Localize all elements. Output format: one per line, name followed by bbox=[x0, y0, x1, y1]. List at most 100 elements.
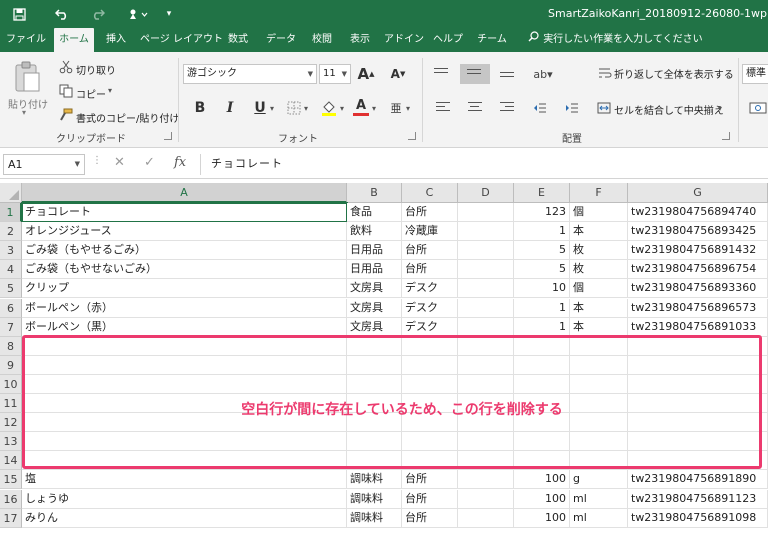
cell-e[interactable]: 1 bbox=[514, 318, 570, 337]
merge-center-icon[interactable] bbox=[596, 100, 612, 116]
cell-e[interactable]: 10 bbox=[514, 279, 570, 298]
cell-d[interactable] bbox=[458, 318, 514, 337]
cell-d[interactable] bbox=[458, 203, 514, 222]
customize-qat-icon[interactable]: ▾ bbox=[162, 5, 176, 23]
cell-c[interactable]: デスク bbox=[402, 299, 458, 318]
cell-c[interactable] bbox=[402, 337, 458, 356]
row-header[interactable]: 16 bbox=[0, 490, 22, 509]
cut-button[interactable]: 切り取り bbox=[76, 62, 116, 77]
cell-d[interactable] bbox=[458, 337, 514, 356]
insert-function-button[interactable]: fx bbox=[174, 155, 186, 170]
cell-f[interactable]: 枚 bbox=[570, 260, 628, 279]
bold-button[interactable]: B bbox=[192, 98, 208, 118]
cell-e[interactable] bbox=[514, 356, 570, 375]
borders-dropdown-icon[interactable]: ▾ bbox=[304, 104, 308, 113]
cell-f[interactable]: 本 bbox=[570, 299, 628, 318]
paste-button[interactable] bbox=[10, 58, 44, 96]
decrease-indent-icon[interactable] bbox=[532, 100, 548, 116]
cell-c[interactable]: 台所 bbox=[402, 509, 458, 528]
merge-dropdown-icon[interactable]: ▾ bbox=[718, 104, 722, 113]
cell-g[interactable]: tw2319804756891432 bbox=[628, 241, 768, 260]
row-header[interactable]: 6 bbox=[0, 299, 22, 318]
row-header[interactable]: 10 bbox=[0, 375, 22, 394]
cell-g[interactable]: tw2319804756893360 bbox=[628, 279, 768, 298]
cell-g[interactable]: tw2319804756894740 bbox=[628, 203, 768, 222]
cell-c[interactable]: 台所 bbox=[402, 490, 458, 509]
cell-a[interactable] bbox=[22, 375, 347, 394]
cell-e[interactable] bbox=[514, 337, 570, 356]
row-header[interactable]: 1 bbox=[0, 203, 22, 222]
column-header-g[interactable]: G bbox=[628, 183, 768, 203]
orientation-icon[interactable]: ab▾ bbox=[532, 66, 554, 82]
cell-f[interactable]: 本 bbox=[570, 318, 628, 337]
format-painter-button[interactable]: 書式のコピー/貼り付け bbox=[76, 110, 179, 125]
cell-d[interactable] bbox=[458, 470, 514, 489]
cell-d[interactable] bbox=[458, 451, 514, 470]
phonetic-dropdown-icon[interactable]: ▾ bbox=[406, 104, 410, 113]
cell-b[interactable] bbox=[347, 375, 402, 394]
column-header-e[interactable]: E bbox=[514, 183, 570, 203]
cell-b[interactable]: 日用品 bbox=[347, 241, 402, 260]
fill-color-icon[interactable] bbox=[320, 98, 338, 118]
cell-g[interactable]: tw2319804756891098 bbox=[628, 509, 768, 528]
cell-e[interactable]: 100 bbox=[514, 490, 570, 509]
wrap-text-icon[interactable] bbox=[598, 64, 612, 82]
undo-icon[interactable] bbox=[52, 5, 72, 23]
cell-a[interactable]: ごみ袋（もやせないごみ） bbox=[22, 260, 347, 279]
cell-d[interactable] bbox=[458, 509, 514, 528]
cell-g[interactable]: tw2319804756891123 bbox=[628, 490, 768, 509]
cell-g[interactable] bbox=[628, 337, 768, 356]
cell-c[interactable]: 台所 bbox=[402, 470, 458, 489]
more-options-icon[interactable]: ⋮ bbox=[92, 155, 102, 166]
cell-a[interactable] bbox=[22, 451, 347, 470]
cell-f[interactable]: g bbox=[570, 470, 628, 489]
cell-b[interactable]: 文房具 bbox=[347, 299, 402, 318]
cell-c[interactable] bbox=[402, 432, 458, 451]
row-header[interactable]: 7 bbox=[0, 318, 22, 337]
row-header[interactable]: 3 bbox=[0, 241, 22, 260]
column-header-a[interactable]: A bbox=[22, 183, 347, 203]
cell-a[interactable] bbox=[22, 432, 347, 451]
font-launcher-icon[interactable] bbox=[408, 132, 416, 140]
tab-review[interactable]: 校閲 bbox=[306, 28, 338, 52]
cell-a[interactable] bbox=[22, 337, 347, 356]
cell-f[interactable] bbox=[570, 337, 628, 356]
font-name-combo[interactable]: 游ゴシック ▼ bbox=[183, 64, 317, 84]
cell-e[interactable] bbox=[514, 375, 570, 394]
align-top-icon[interactable] bbox=[434, 68, 450, 82]
cell-b[interactable]: 調味料 bbox=[347, 490, 402, 509]
formula-input[interactable]: チョコレート bbox=[200, 154, 768, 175]
column-header-c[interactable]: C bbox=[402, 183, 458, 203]
cell-d[interactable] bbox=[458, 241, 514, 260]
tab-data[interactable]: データ bbox=[262, 28, 300, 52]
align-right-icon[interactable] bbox=[500, 102, 516, 116]
row-header[interactable]: 9 bbox=[0, 356, 22, 375]
tab-addins[interactable]: アドイン bbox=[384, 28, 424, 52]
cell-b[interactable] bbox=[347, 432, 402, 451]
cell-g[interactable]: tw2319804756896573 bbox=[628, 299, 768, 318]
row-header[interactable]: 13 bbox=[0, 432, 22, 451]
cell-d[interactable] bbox=[458, 356, 514, 375]
touch-mode-icon[interactable] bbox=[124, 5, 152, 23]
alignment-launcher-icon[interactable] bbox=[722, 132, 730, 140]
copy-dropdown-icon[interactable]: ▾ bbox=[108, 86, 112, 95]
cell-f[interactable] bbox=[570, 451, 628, 470]
cell-b[interactable] bbox=[347, 451, 402, 470]
cell-a[interactable]: ボールペン（赤） bbox=[22, 299, 347, 318]
cell-d[interactable] bbox=[458, 490, 514, 509]
font-size-combo[interactable]: 11 ▼ bbox=[319, 64, 351, 84]
cancel-icon[interactable]: ✕ bbox=[114, 155, 125, 170]
row-header[interactable]: 14 bbox=[0, 451, 22, 470]
align-center-icon[interactable] bbox=[468, 102, 484, 116]
cell-d[interactable] bbox=[458, 222, 514, 241]
phonetic-button[interactable]: 亜 bbox=[388, 98, 404, 118]
cell-a[interactable] bbox=[22, 356, 347, 375]
cell-b[interactable]: 調味料 bbox=[347, 470, 402, 489]
wrap-text-button[interactable]: 折り返して全体を表示する bbox=[614, 66, 734, 81]
name-box[interactable]: A1 ▼ bbox=[3, 154, 85, 175]
tab-team[interactable]: チーム bbox=[472, 28, 512, 52]
tab-help[interactable]: ヘルプ bbox=[430, 28, 466, 52]
number-format-combo[interactable]: 標準 bbox=[742, 64, 768, 84]
save-icon[interactable] bbox=[10, 5, 28, 23]
cell-f[interactable]: 個 bbox=[570, 279, 628, 298]
